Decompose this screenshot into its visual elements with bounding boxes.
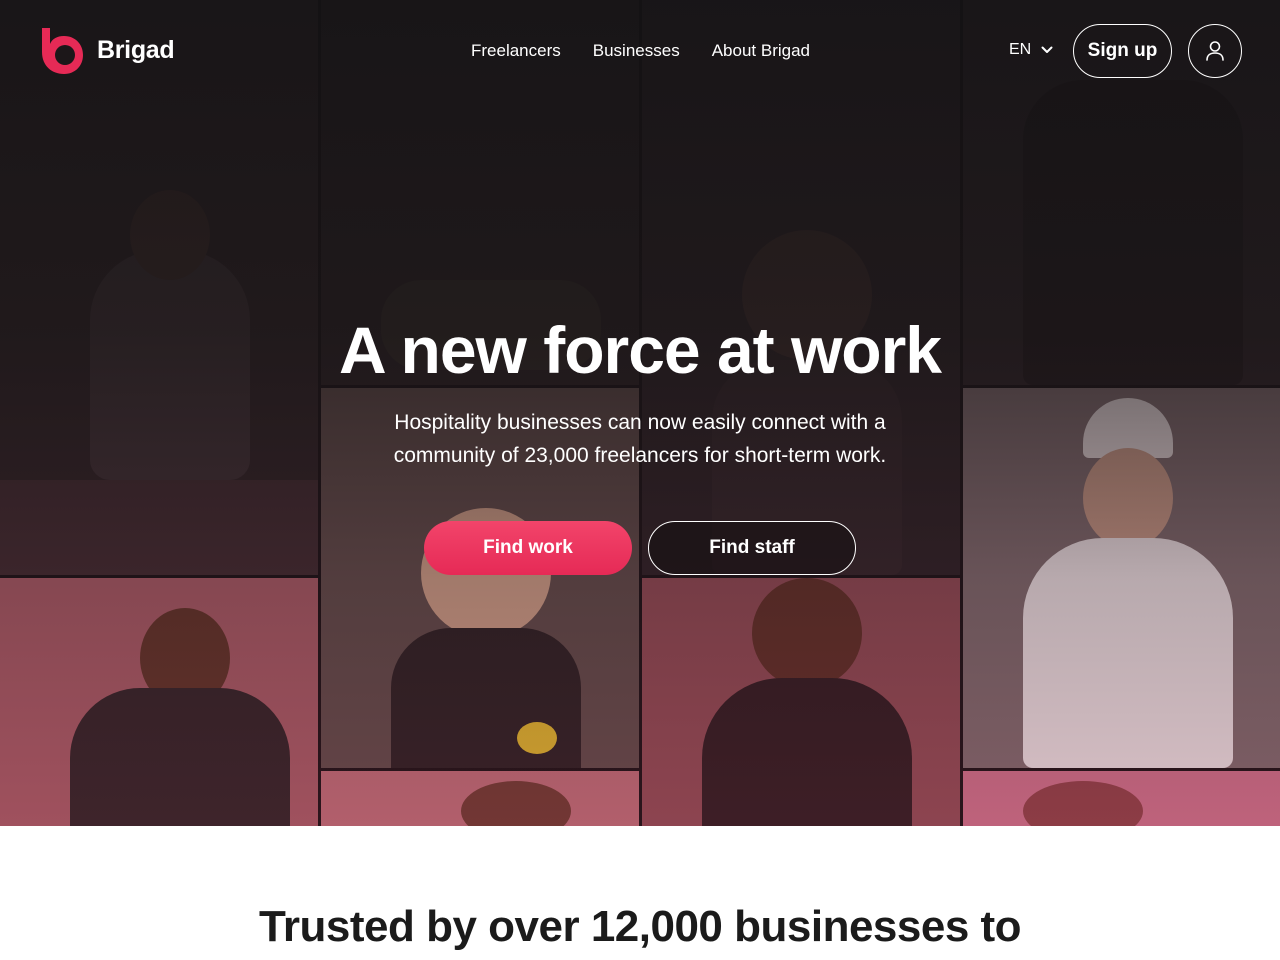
photo-chef-portrait — [963, 388, 1280, 768]
brand-name: Brigad — [97, 36, 175, 64]
hero-title: A new force at work — [338, 313, 942, 387]
chevron-down-icon — [1041, 46, 1053, 53]
photo-cook-tshirt — [0, 578, 318, 826]
signup-button[interactable]: Sign up — [1073, 24, 1172, 78]
brigad-logo-icon — [42, 28, 83, 74]
hero-section: Brigad Freelancers Businesses About Brig… — [0, 0, 1280, 826]
nav-freelancers[interactable]: Freelancers — [471, 41, 561, 61]
trust-heading: Trusted by over 12,000 businesses to — [258, 902, 1022, 951]
language-label: EN — [1009, 41, 1032, 58]
nav-about-brigad[interactable]: About Brigad — [712, 41, 810, 61]
photo-bottom-right — [963, 771, 1280, 826]
photo-bottom-center — [321, 771, 639, 826]
language-selector[interactable]: EN — [1009, 41, 1053, 59]
user-icon — [1206, 41, 1224, 61]
photo-waitress-smiling — [642, 578, 960, 826]
nav-businesses[interactable]: Businesses — [593, 41, 680, 61]
photo-waiter-tray — [642, 0, 960, 575]
photo-chef-cooking — [0, 0, 318, 575]
hero-subtitle: Hospitality businesses can now easily co… — [393, 411, 887, 467]
brand-logo[interactable]: Brigad — [38, 26, 175, 75]
account-button[interactable] — [1188, 24, 1242, 78]
find-staff-button[interactable]: Find staff — [648, 521, 856, 575]
main-nav: Freelancers Businesses About Brigad — [471, 41, 842, 61]
find-work-button[interactable]: Find work — [424, 521, 632, 575]
